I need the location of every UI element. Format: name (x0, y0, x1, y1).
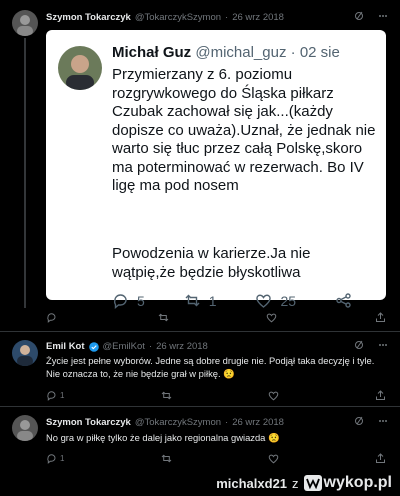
quoted-tweet-text-2: Powodzenia w karierze.Ja nie wątpię,że b… (112, 245, 311, 281)
tweet-text: No gra w piłkę tylko że dalej jako regio… (46, 432, 280, 443)
quoted-separator-dot: · (290, 44, 296, 61)
share-action[interactable] (375, 390, 386, 401)
wykop-logo-icon (303, 475, 322, 491)
separator-dot: · (148, 341, 153, 352)
heart-icon (267, 313, 277, 323)
reply-icon (114, 294, 127, 309)
more-icon[interactable] (378, 11, 388, 24)
share-action[interactable] (375, 453, 386, 464)
reply-count: 1 (60, 454, 65, 463)
quoted-retweet-action[interactable]: 1 (184, 292, 217, 309)
wykop-logo[interactable]: wykop.pl (303, 474, 392, 492)
quoted-tweet-card[interactable]: Michał Guz @michal_guz · 02 sie Przymier… (46, 30, 386, 309)
author-handle[interactable]: @EmilKot (103, 341, 145, 352)
share-icon (336, 293, 351, 308)
footer-z: z (292, 475, 299, 491)
share-action[interactable] (375, 312, 386, 323)
quoted-reply-action[interactable]: 5 (112, 292, 145, 309)
heart-icon (268, 454, 279, 464)
separator-dot: · (225, 417, 229, 428)
edit-icon[interactable] (354, 416, 364, 429)
heart-icon (256, 294, 272, 308)
thread-line (24, 38, 26, 308)
share-icon (375, 312, 385, 322)
tweet-szymon-2[interactable]: Szymon Tokarczyk @TokarczykSzymon · 26 w… (0, 407, 400, 470)
tweet-header: Szymon Tokarczyk @TokarczykSzymon · 26 w… (46, 417, 284, 428)
tweet-corner-icons (354, 416, 388, 429)
quoted-like-count: 25 (280, 292, 297, 309)
heart-icon (268, 391, 279, 401)
tweet-corner-icons (354, 340, 388, 353)
reply-action[interactable]: 1 (46, 390, 64, 401)
reply-icon (47, 391, 56, 401)
author-handle[interactable]: @TokarczykSzymon (135, 12, 221, 23)
verified-icon (88, 341, 99, 352)
like-action[interactable] (268, 390, 279, 401)
reply-icon (47, 454, 56, 464)
tweet-actions: 1 (46, 390, 386, 401)
tweet-actions: 1 (46, 453, 386, 464)
avatar[interactable] (12, 340, 38, 366)
tweet-date[interactable]: 26 wrz 2018 (232, 12, 284, 23)
share-icon (375, 390, 385, 400)
quoted-actions: 5 1 25 (112, 292, 352, 309)
share-icon (375, 453, 385, 463)
retweet-icon (161, 391, 171, 400)
more-icon[interactable] (378, 416, 388, 429)
author-handle[interactable]: @TokarczykSzymon (135, 417, 221, 428)
tweet-date[interactable]: 26 wrz 2018 (232, 417, 284, 428)
reply-count: 1 (60, 391, 65, 400)
reply-action[interactable]: 1 (46, 453, 64, 464)
quoted-avatar[interactable] (58, 46, 102, 90)
author-name[interactable]: Szymon Tokarczyk (46, 417, 131, 428)
retweet-action[interactable] (161, 390, 172, 401)
tweet-thread: Szymon Tokarczyk @TokarczykSzymon · 26 w… (0, 0, 400, 470)
quoted-share-action[interactable] (335, 292, 352, 309)
retweet-icon (158, 313, 169, 322)
quoted-retweet-count: 1 (208, 292, 217, 309)
edit-icon[interactable] (354, 11, 364, 24)
tweet-corner-icons (354, 11, 388, 24)
quoted-author-name[interactable]: Michał Guz (112, 44, 191, 61)
tweet-szymon-1[interactable]: Szymon Tokarczyk @TokarczykSzymon · 26 w… (0, 0, 400, 323)
retweet-icon (161, 454, 171, 463)
tweet-emil[interactable]: Emil Kot @EmilKot · 26 wrz 2018 Życie je… (0, 332, 400, 406)
avatar[interactable] (12, 10, 38, 36)
retweet-icon (185, 294, 200, 307)
avatar[interactable] (12, 415, 38, 441)
reply-icon (47, 313, 56, 323)
quoted-like-action[interactable]: 25 (255, 292, 296, 309)
author-name[interactable]: Szymon Tokarczyk (46, 12, 131, 23)
edit-icon[interactable] (354, 340, 364, 353)
wykop-footer: michalxd21 z wykop.pl (0, 470, 400, 496)
more-icon[interactable] (378, 340, 388, 353)
quoted-tweet-text: Przymierzany z 6. poziomu rozgrywkowego … (112, 66, 376, 194)
tweet-date[interactable]: 26 wrz 2018 (156, 341, 208, 352)
tweet-header: Szymon Tokarczyk @TokarczykSzymon · 26 w… (46, 12, 284, 23)
quoted-date[interactable]: 02 sie (300, 44, 340, 61)
separator-dot: · (225, 12, 229, 23)
reply-action[interactable] (46, 312, 60, 323)
author-name[interactable]: Emil Kot (46, 341, 85, 352)
retweet-action[interactable] (161, 453, 172, 464)
quoted-reply-count: 5 (137, 292, 145, 309)
footer-username[interactable]: michalxd21 (216, 476, 287, 491)
like-action[interactable] (266, 312, 277, 323)
quoted-author-handle[interactable]: @michal_guz (195, 44, 286, 61)
tweet-header: Emil Kot @EmilKot · 26 wrz 2018 (46, 341, 208, 352)
quoted-header: Michał Guz @michal_guz · 02 sie (112, 44, 340, 61)
retweet-action[interactable] (158, 312, 169, 323)
footer-site: wykop.pl (323, 474, 392, 491)
tweet-actions (46, 312, 386, 323)
tweet-text: Życie jest pełne wyborów. Jedne są dobre… (46, 355, 375, 379)
like-action[interactable] (268, 453, 279, 464)
